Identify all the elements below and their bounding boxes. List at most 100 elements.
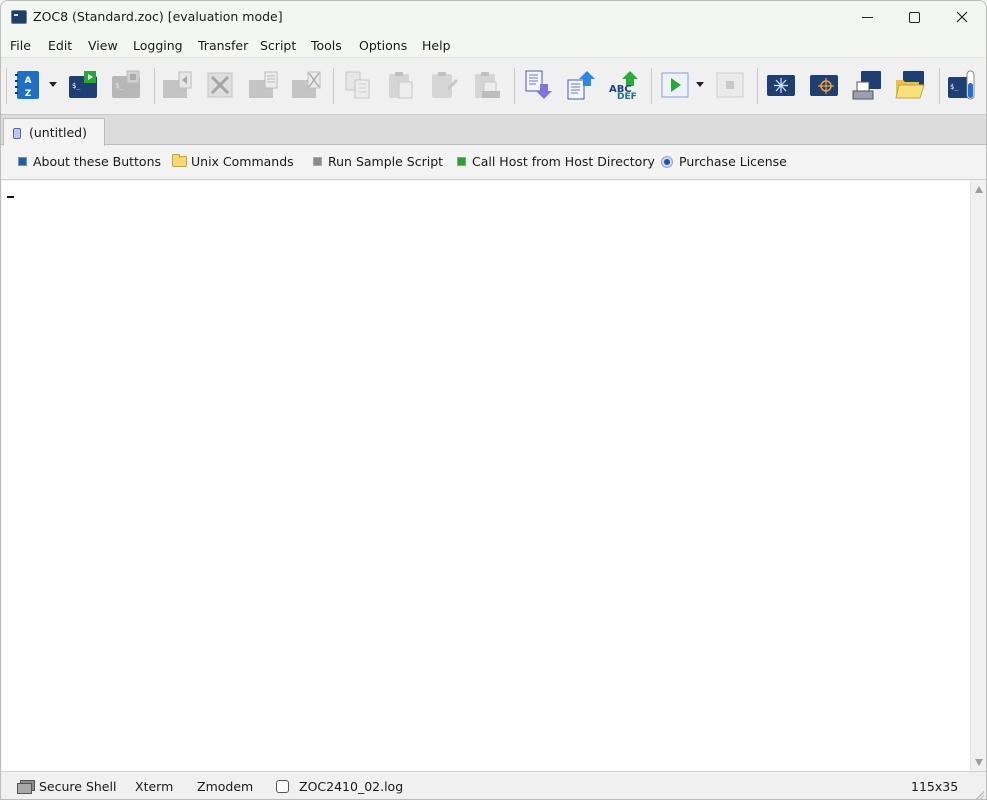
session-copy-icon <box>249 71 278 98</box>
computer-icon <box>17 780 35 794</box>
upload-icon <box>567 71 595 100</box>
gray-square-icon <box>313 157 322 166</box>
session-icon <box>13 128 21 139</box>
terminal-play-icon: $_ <box>69 71 97 98</box>
download-button[interactable] <box>521 67 555 103</box>
terminal-stop-icon: $_ <box>112 70 140 98</box>
close-session-button[interactable] <box>289 67 323 103</box>
host-directory-dropdown[interactable] <box>49 82 57 87</box>
terminal-size-label: 115x35 <box>911 779 959 794</box>
toolbar: A Z $_ $_ ABC DEF $_ <box>1 57 986 113</box>
toolbar-separator <box>651 68 652 104</box>
call-host-label: Call Host from Host Directory <box>472 154 655 169</box>
unix-commands-label: Unix Commands <box>191 154 294 169</box>
unix-commands-button[interactable]: Unix Commands <box>172 154 294 169</box>
host-directory-button[interactable]: A Z <box>10 67 44 103</box>
logging-status[interactable]: ZOC2410_02.log <box>276 779 403 794</box>
run-script-dropdown[interactable] <box>696 82 704 87</box>
terminal-size-status: 115x35 <box>911 779 958 794</box>
vertical-scrollbar[interactable] <box>970 181 986 771</box>
terminal-level-button[interactable]: $_ <box>945 67 979 103</box>
abc-def-icon: ABC DEF <box>609 71 638 100</box>
call-host-button[interactable]: Call Host from Host Directory <box>457 154 655 169</box>
menu-file[interactable]: File <box>10 36 31 53</box>
run-sample-script-button[interactable]: Run Sample Script <box>313 154 443 169</box>
paste-button[interactable] <box>384 67 418 103</box>
run-script-button[interactable] <box>658 67 692 103</box>
minimize-icon <box>861 16 873 18</box>
print-clipboard-button[interactable] <box>470 67 504 103</box>
menu-help[interactable]: Help <box>422 36 451 53</box>
menu-options[interactable]: Options <box>359 36 407 53</box>
copy-icon <box>345 71 370 99</box>
status-bar: Secure Shell Xterm Zmodem ZOC2410_02.log… <box>1 771 986 799</box>
disconnect-button[interactable] <box>203 67 237 103</box>
green-square-icon <box>457 157 466 166</box>
stop-icon <box>716 72 744 98</box>
play-script-icon <box>661 72 689 98</box>
print-screen-button[interactable] <box>850 67 884 103</box>
terminal-area[interactable] <box>2 181 970 771</box>
text-cursor <box>7 196 14 198</box>
connection-type-status[interactable]: Secure Shell <box>17 779 116 794</box>
transfer-protocol-status[interactable]: Zmodem <box>197 779 253 794</box>
window-title: ZOC8 (Standard.zoc) [evaluation mode] <box>33 9 283 24</box>
quick-connect-button[interactable]: $_ <box>66 67 100 103</box>
folder-icon <box>172 154 187 167</box>
scroll-up-icon[interactable] <box>975 186 983 193</box>
svg-text:$_: $_ <box>115 82 124 90</box>
upload-button[interactable] <box>564 67 598 103</box>
emulation-status[interactable]: Xterm <box>135 779 173 794</box>
svg-text:$_: $_ <box>950 83 959 91</box>
sparkle-button[interactable] <box>764 67 798 103</box>
scroll-down-icon[interactable] <box>975 759 983 766</box>
menu-script[interactable]: Script <box>260 36 296 53</box>
target-button[interactable] <box>807 67 841 103</box>
session-x-icon <box>207 72 233 98</box>
menu-view[interactable]: View <box>88 36 118 53</box>
stop-script-button[interactable] <box>713 67 747 103</box>
tab-untitled[interactable]: (untitled) <box>3 118 105 146</box>
menu-tools[interactable]: Tools <box>311 36 342 53</box>
svg-text:Z: Z <box>25 89 32 99</box>
purchase-license-button[interactable]: Purchase License <box>662 154 787 169</box>
tab-label: (untitled) <box>29 125 87 140</box>
duplicate-session-button[interactable] <box>246 67 280 103</box>
transfer-protocol-label: Zmodem <box>197 779 254 794</box>
paste-edit-icon <box>432 72 458 98</box>
minimize-button[interactable] <box>844 1 890 33</box>
address-book-az-icon: A Z <box>15 71 39 99</box>
resize-grip[interactable] <box>974 789 984 799</box>
session-close-icon <box>292 71 321 98</box>
app-terminal-icon <box>11 10 27 24</box>
logfile-label: ZOC2410_02.log <box>299 779 404 794</box>
paste-icon <box>389 72 413 99</box>
download-icon <box>525 70 552 99</box>
about-buttons-button[interactable]: About these Buttons <box>18 154 161 169</box>
connection-type-label: Secure Shell <box>39 779 117 794</box>
session-back-icon <box>163 71 192 98</box>
toolbar-separator <box>757 68 758 104</box>
close-icon <box>956 11 968 23</box>
run-sample-script-label: Run Sample Script <box>328 154 444 169</box>
printer-icon <box>852 71 881 100</box>
send-break-button[interactable] <box>160 67 194 103</box>
open-folder-button[interactable] <box>893 67 927 103</box>
close-button[interactable] <box>939 1 985 33</box>
new-session-button[interactable]: $_ <box>109 67 143 103</box>
session-tab-strip: (untitled) <box>1 114 986 146</box>
paste-print-icon <box>475 72 500 98</box>
logging-checkbox[interactable] <box>276 780 289 793</box>
translate-button[interactable]: ABC DEF <box>607 67 641 103</box>
menu-transfer[interactable]: Transfer <box>198 36 248 53</box>
menu-edit[interactable]: Edit <box>48 36 72 53</box>
copy-button[interactable] <box>341 67 375 103</box>
maximize-button[interactable] <box>891 1 937 33</box>
paste-special-button[interactable] <box>427 67 461 103</box>
purchase-license-label: Purchase License <box>679 154 787 169</box>
menu-logging[interactable]: Logging <box>133 36 183 53</box>
svg-text:A: A <box>25 76 32 86</box>
toolbar-separator <box>939 68 940 104</box>
about-buttons-label: About these Buttons <box>33 154 162 169</box>
menu-bar: File Edit View Logging Transfer Script T… <box>1 33 986 55</box>
